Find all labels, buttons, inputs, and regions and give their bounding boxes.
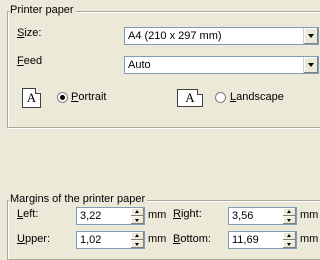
feed-select[interactable]: Auto: [124, 56, 319, 74]
size-select-value: A4 (210 x 297 mm): [128, 30, 222, 42]
bottom-margin-value: 11,69: [232, 234, 259, 246]
printer-paper-legend: Printer paper: [9, 4, 76, 17]
bottom-label: Bottom:: [173, 233, 211, 245]
left-margin-value: 3,22: [80, 210, 102, 222]
upper-margin-value: 1,02: [80, 234, 102, 246]
upper-margin-spinner[interactable]: [131, 232, 144, 248]
portrait-radio[interactable]: [57, 92, 68, 103]
spin-down-icon[interactable]: [283, 240, 296, 248]
left-margin-spinner[interactable]: [131, 208, 144, 224]
landscape-label[interactable]: Landscape: [230, 90, 284, 104]
right-margin-input[interactable]: 3,56: [228, 207, 297, 225]
spin-down-icon[interactable]: [131, 240, 144, 248]
bottom-unit: mm: [300, 233, 319, 245]
landscape-radio[interactable]: [215, 92, 226, 103]
size-dropdown-button[interactable]: [303, 28, 318, 44]
spin-down-icon[interactable]: [131, 216, 144, 224]
portrait-page-icon: A: [22, 88, 41, 108]
left-unit: mm: [148, 209, 167, 221]
size-select[interactable]: A4 (210 x 297 mm): [124, 27, 319, 45]
bottom-margin-input[interactable]: 11,69: [228, 231, 297, 249]
feed-select-value: Auto: [128, 59, 151, 71]
portrait-label[interactable]: Portrait: [71, 90, 106, 104]
left-label: Left:: [17, 208, 39, 220]
feed-label: Feed: [17, 55, 43, 67]
spin-up-icon[interactable]: [283, 208, 296, 216]
bottom-margin-spinner[interactable]: [283, 232, 296, 248]
margins-legend: Margins of the printer paper: [9, 193, 148, 206]
upper-label: Upper:: [17, 233, 51, 245]
right-margin-value: 3,56: [232, 210, 254, 222]
radio-selected-dot: [60, 95, 65, 100]
chevron-down-icon: [308, 34, 314, 38]
spin-up-icon[interactable]: [131, 208, 144, 216]
spin-down-icon[interactable]: [283, 216, 296, 224]
size-label: Size:: [17, 27, 42, 39]
right-label: Right:: [173, 208, 202, 220]
spin-up-icon[interactable]: [283, 232, 296, 240]
left-margin-input[interactable]: 3,22: [76, 207, 145, 225]
right-margin-spinner[interactable]: [283, 208, 296, 224]
landscape-page-icon: A: [177, 89, 203, 107]
feed-dropdown-button[interactable]: [303, 57, 318, 73]
chevron-down-icon: [308, 63, 314, 67]
spin-up-icon[interactable]: [131, 232, 144, 240]
right-unit: mm: [300, 209, 319, 221]
upper-unit: mm: [148, 233, 167, 245]
upper-margin-input[interactable]: 1,02: [76, 231, 145, 249]
